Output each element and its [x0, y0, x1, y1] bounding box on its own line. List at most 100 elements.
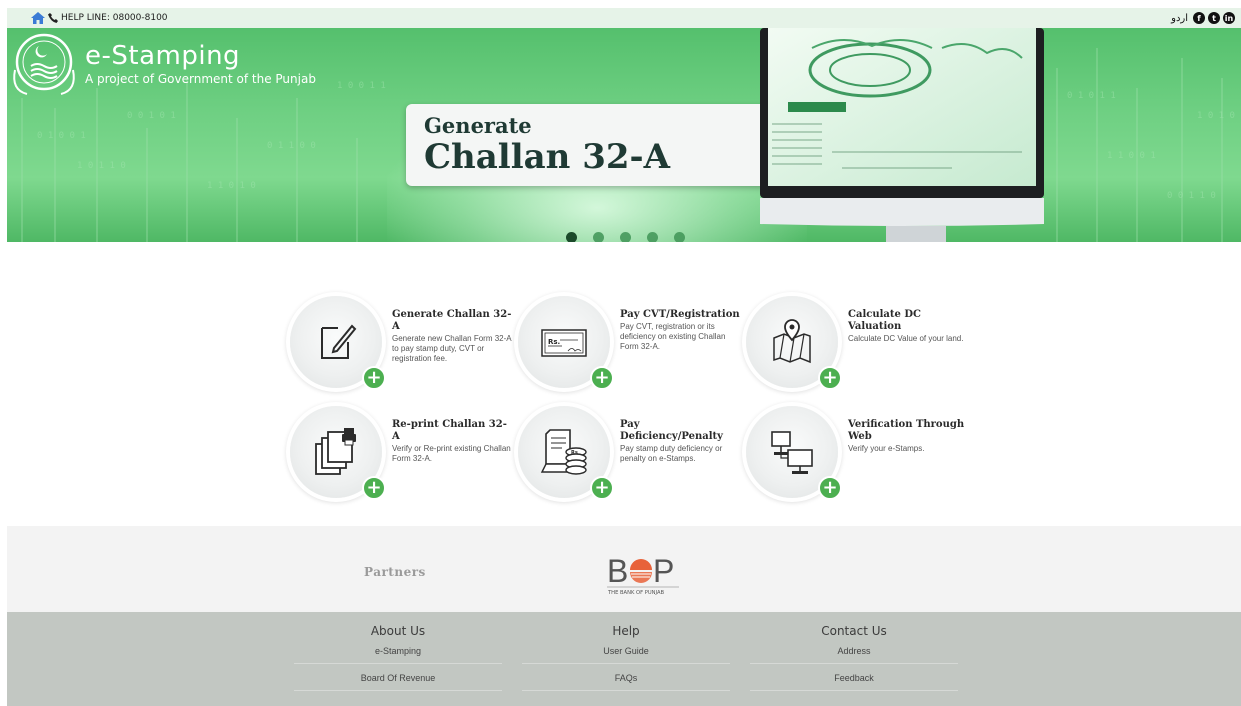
svg-text:1 1 0 0 1: 1 1 0 0 1 — [1107, 151, 1156, 161]
footer-link-feedback[interactable]: Feedback — [750, 664, 958, 691]
footer-help-title: Help — [612, 624, 640, 638]
footer-link-user-guide[interactable]: User Guide — [522, 644, 730, 664]
svg-text:1 0 1 1 0: 1 0 1 1 0 — [77, 161, 126, 171]
print-copy-icon — [315, 428, 356, 475]
service-generate-challan[interactable]: + Generate Challan 32-A Generate new Cha… — [290, 296, 520, 396]
bank-of-punjab-logo[interactable]: B P THE BANK OF PUNJAB — [607, 548, 679, 596]
hero-banner: 0 1 0 0 1 1 0 1 1 0 0 0 1 0 1 1 1 0 1 0 … — [7, 28, 1241, 242]
partners-label: Partners — [364, 565, 426, 579]
partners-section: Partners B P THE BANK OF PUNJAB — [7, 526, 1241, 612]
top-bar: HELP LINE: 08000-8100 اردو f t in — [7, 8, 1241, 28]
service-icon-circle[interactable]: + — [290, 296, 386, 390]
brand-block: e-Stamping A project of Government of th… — [85, 42, 316, 86]
footer-contact-title: Contact Us — [821, 624, 887, 638]
slider-dot-4[interactable] — [647, 232, 658, 242]
slider-dot-5[interactable] — [674, 232, 685, 242]
svg-text:B: B — [607, 553, 628, 589]
svg-text:1 1 0 1 0: 1 1 0 1 0 — [207, 181, 256, 191]
svg-text:1 0 1 0 1: 1 0 1 0 1 — [1197, 111, 1241, 121]
svg-text:0 0 1 1 0: 0 0 1 1 0 — [1167, 191, 1216, 201]
service-icon-circle[interactable]: + — [746, 406, 842, 500]
service-text: Pay CVT/Registration Pay CVT, registrati… — [620, 309, 740, 396]
footer-link-faqs[interactable]: FAQs — [522, 664, 730, 691]
service-description: Verify your e-Stamps. — [848, 444, 925, 453]
footer-contact: Contact Us Address Feedback — [750, 624, 958, 691]
services-grid: + Generate Challan 32-A Generate new Cha… — [290, 296, 980, 504]
phone-icon — [48, 13, 58, 23]
slide-caption-line2: Challan 32-A — [424, 137, 671, 177]
site-logo[interactable]: e-Stamping A project of Government of th… — [9, 30, 316, 98]
service-description: Calculate DC Value of your land. — [848, 334, 964, 343]
service-title[interactable]: Generate Challan 32-A — [392, 309, 512, 333]
footer: About Us e-Stamping Board Of Revenue Hel… — [7, 612, 1241, 706]
footer-link-address[interactable]: Address — [750, 644, 958, 664]
helpline-area: HELP LINE: 08000-8100 — [31, 12, 168, 24]
service-pay-deficiency[interactable]: Rs + Pay Deficiency/Penalty Pay stamp du… — [518, 406, 748, 506]
bop-caption: THE BANK OF PUNJAB — [607, 590, 665, 596]
service-title[interactable]: Re-print Challan 32-A — [392, 419, 512, 443]
slide-caption-line1: Generate — [424, 113, 532, 138]
svg-text:0 1 0 1 1: 0 1 0 1 1 — [1067, 91, 1116, 101]
language-link[interactable]: اردو — [1171, 13, 1188, 24]
service-title[interactable]: Pay Deficiency/Penalty — [620, 419, 740, 443]
plus-icon[interactable]: + — [818, 366, 842, 390]
footer-about: About Us e-Stamping Board Of Revenue — [294, 624, 502, 691]
service-icon-circle[interactable]: + — [290, 406, 386, 500]
punjab-emblem-icon — [13, 33, 75, 95]
service-description: Pay stamp duty deficiency or penalty on … — [620, 444, 723, 463]
service-description: Pay CVT, registration or its deficiency … — [620, 322, 726, 351]
service-text: Calculate DC Valuation Calculate DC Valu… — [848, 309, 968, 396]
slider-dot-1[interactable] — [566, 232, 577, 242]
facebook-icon[interactable]: f — [1193, 12, 1205, 24]
service-description: Generate new Challan Form 32-A to pay st… — [392, 334, 512, 363]
topbar-right: اردو f t in — [1171, 12, 1235, 24]
slider-dot-3[interactable] — [620, 232, 631, 242]
service-text: Verification Through Web Verify your e-S… — [848, 419, 968, 506]
monitor-illustration — [760, 28, 1044, 242]
plus-icon[interactable]: + — [590, 366, 614, 390]
slider-dots — [566, 232, 685, 242]
service-dc-valuation[interactable]: + Calculate DC Valuation Calculate DC Va… — [746, 296, 976, 396]
service-icon-circle[interactable]: Rs + — [518, 406, 614, 500]
svg-text:0 1 0 0 1: 0 1 0 0 1 — [37, 131, 86, 141]
plus-icon[interactable]: + — [362, 476, 386, 500]
map-pin-icon — [773, 319, 811, 364]
service-title[interactable]: Verification Through Web — [848, 419, 968, 443]
svg-text:0 0 1 0 1: 0 0 1 0 1 — [127, 111, 176, 121]
plus-icon[interactable]: + — [818, 476, 842, 500]
twitter-icon[interactable]: t — [1208, 12, 1220, 24]
slide-caption[interactable]: Generate Challan 32-A — [406, 104, 786, 186]
service-text: Re-print Challan 32-A Verify or Re-print… — [392, 419, 512, 506]
edit-form-icon — [321, 324, 357, 359]
home-icon[interactable] — [31, 12, 45, 24]
plus-icon[interactable]: + — [590, 476, 614, 500]
service-title[interactable]: Pay CVT/Registration — [620, 309, 740, 321]
footer-help: Help User Guide FAQs — [522, 624, 730, 691]
service-description: Verify or Re-print existing Challan Form… — [392, 444, 511, 463]
service-text: Pay Deficiency/Penalty Pay stamp duty de… — [620, 419, 740, 506]
service-icon-circle[interactable]: + — [746, 296, 842, 390]
service-verification[interactable]: + Verification Through Web Verify your e… — [746, 406, 976, 506]
svg-text:1 0 0 1 1: 1 0 0 1 1 — [337, 81, 386, 91]
svg-text:0 1 1 0 0: 0 1 1 0 0 — [267, 141, 316, 151]
svg-text:Rs: Rs — [571, 450, 578, 456]
service-icon-circle[interactable]: Rs. + — [518, 296, 614, 390]
svg-text:Rs.: Rs. — [548, 338, 560, 346]
svg-text:P: P — [653, 553, 674, 589]
computers-icon — [771, 431, 813, 474]
service-pay-cvt[interactable]: Rs. + Pay CVT/Registration Pay CVT, regi… — [518, 296, 748, 396]
plus-icon[interactable]: + — [362, 366, 386, 390]
footer-link-e-stamping[interactable]: e-Stamping — [294, 644, 502, 664]
page: HELP LINE: 08000-8100 اردو f t in 0 1 0 … — [0, 0, 1241, 706]
brand-subtitle: A project of Government of the Punjab — [85, 72, 316, 86]
footer-about-title: About Us — [370, 624, 426, 638]
linkedin-icon[interactable]: in — [1223, 12, 1235, 24]
slider-dot-2[interactable] — [593, 232, 604, 242]
service-text: Generate Challan 32-A Generate new Chall… — [392, 309, 512, 396]
service-title[interactable]: Calculate DC Valuation — [848, 309, 968, 333]
footer-link-board-of-revenue[interactable]: Board Of Revenue — [294, 664, 502, 691]
service-reprint-challan[interactable]: + Re-print Challan 32-A Verify or Re-pri… — [290, 406, 520, 506]
helpline-text: HELP LINE: 08000-8100 — [61, 13, 168, 23]
receipt-coins-icon: Rs — [540, 429, 587, 475]
brand-title: e-Stamping — [85, 41, 241, 71]
